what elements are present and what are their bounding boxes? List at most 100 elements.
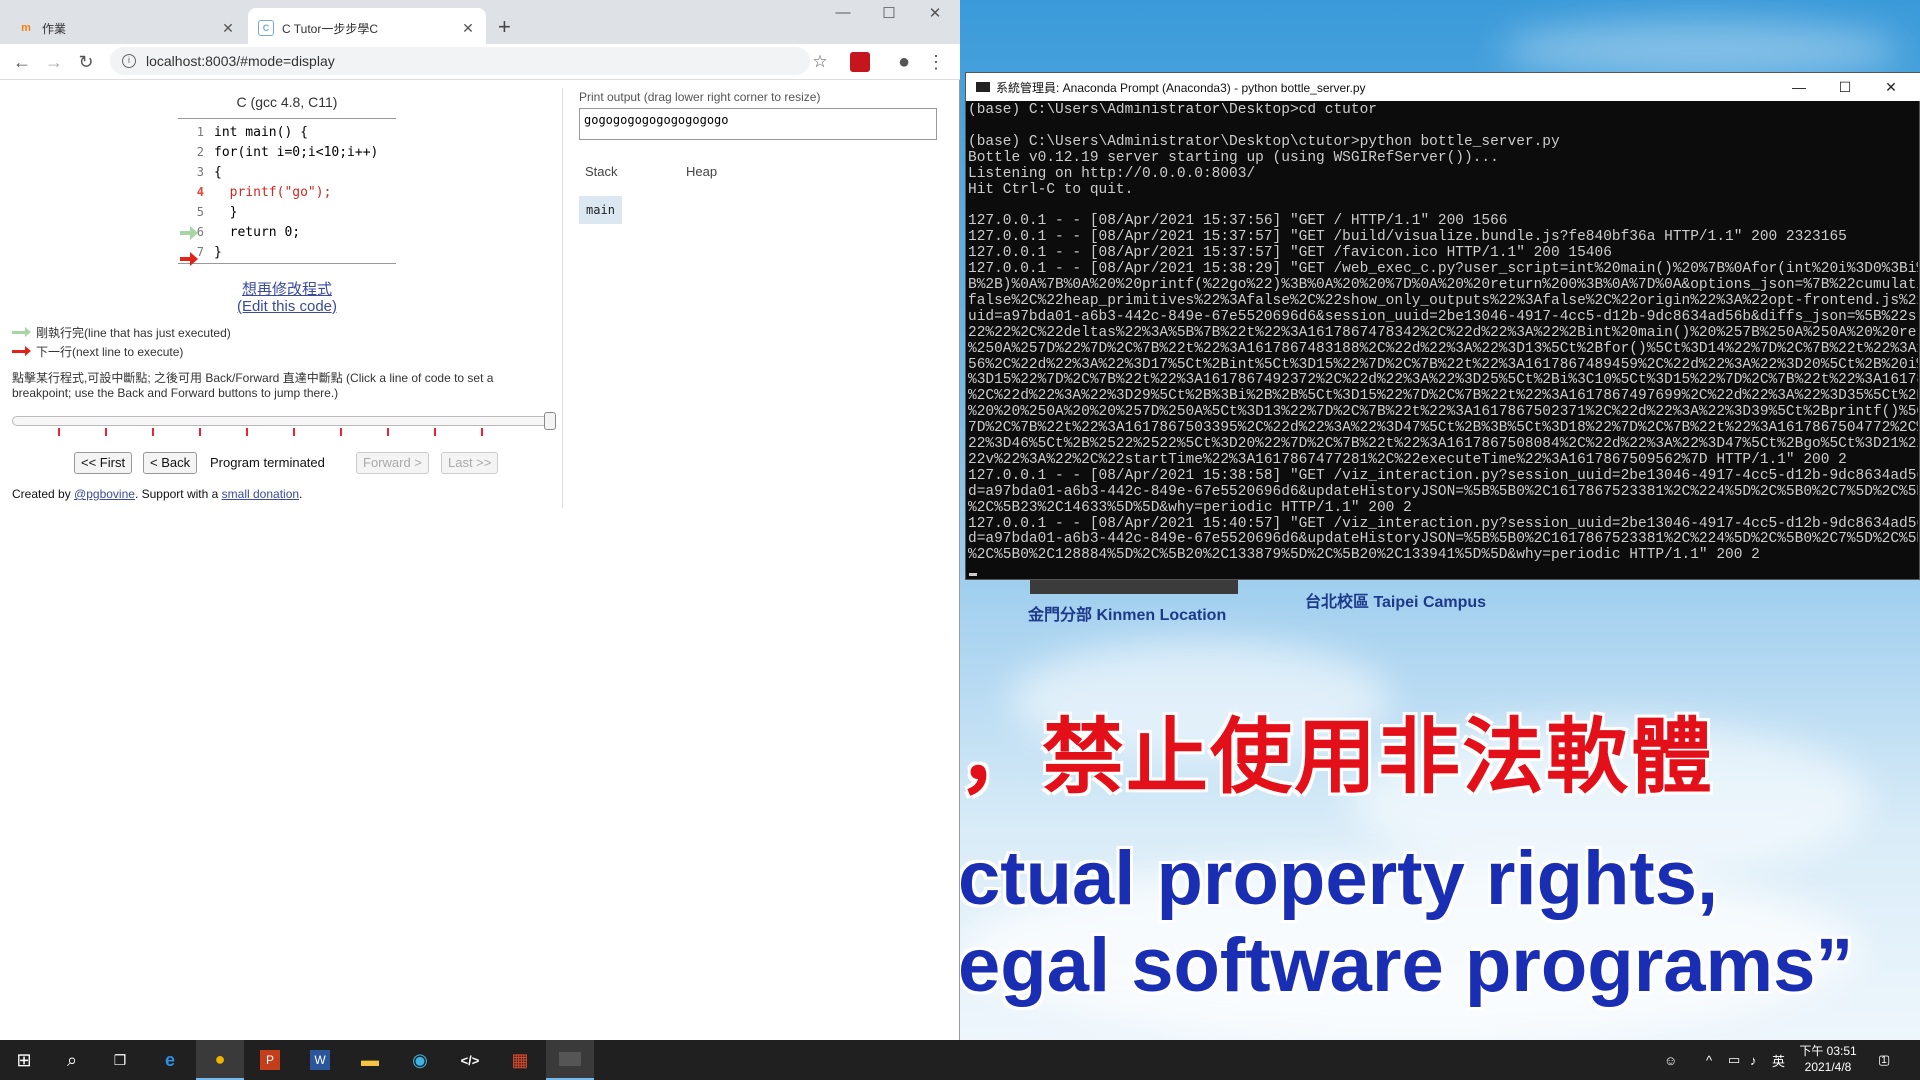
forward-button[interactable]: Forward >: [356, 452, 429, 474]
legend-next-line: 下一行(next line to execute): [12, 343, 183, 360]
print-output-box[interactable]: gogogogogogogogogogo: [579, 108, 937, 140]
info-icon[interactable]: i: [122, 54, 136, 68]
console-line: uid=a97bda01-a6b3-442c-849e-67e5520696d6…: [968, 308, 1918, 325]
clock-time: 下午 03:51: [1799, 1044, 1857, 1058]
credits-line: Created by @pgbovine. Support with a sma…: [12, 487, 302, 501]
tray-overflow-icon[interactable]: ^: [1706, 1040, 1712, 1080]
browser-toolbar: ← → ↻ i localhost:8003/#mode=display ☆ ●…: [0, 44, 960, 80]
language-label: C (gcc 4.8, C11): [236, 94, 338, 110]
console-line: 127.0.0.1 - - [08/Apr/2021 15:38:58] "GE…: [968, 467, 1918, 484]
code-editor-icon[interactable]: </>: [446, 1040, 494, 1080]
notification-icon[interactable]: ▢ 1: [1878, 1040, 1890, 1080]
author-link[interactable]: @pgbovine: [74, 487, 135, 501]
close-window-icon[interactable]: ✕: [912, 4, 958, 22]
line-number: 1: [196, 125, 204, 139]
breakpoint-tick: [293, 428, 295, 436]
ime-indicator[interactable]: 英: [1772, 1040, 1785, 1080]
star-icon[interactable]: ☆: [808, 50, 832, 74]
breakpoint-tick: [246, 428, 248, 436]
breakpoint-tick: [434, 428, 436, 436]
tab-title: C Tutor一步步學C: [282, 21, 379, 36]
volume-icon[interactable]: ♪: [1750, 1040, 1757, 1080]
word-icon[interactable]: W: [296, 1040, 344, 1080]
donation-link[interactable]: small donation: [222, 487, 299, 501]
people-icon[interactable]: ☺: [1664, 1040, 1677, 1080]
minimize-icon[interactable]: —: [1776, 73, 1822, 101]
edit-code-link-zh[interactable]: 想再修改程式: [180, 278, 394, 299]
console-line: %250A%257D%22%7D%2C%7B%22t%22%3A16178674…: [968, 340, 1918, 357]
code-text: }: [214, 244, 222, 260]
moodle-icon: m: [21, 22, 31, 34]
minimize-icon[interactable]: —: [820, 4, 866, 21]
windows-start-icon[interactable]: ⊞: [0, 1040, 48, 1080]
code-text: int main() {: [214, 124, 308, 140]
console-line: 127.0.0.1 - - [08/Apr/2021 15:40:57] "GE…: [968, 515, 1918, 532]
menu-icon[interactable]: ⋮: [924, 50, 948, 74]
pdf-extension-icon[interactable]: [850, 52, 870, 72]
code-line[interactable]: 2 for(int i=0;i<10;i++): [178, 142, 398, 162]
code-line[interactable]: 7 }: [178, 242, 398, 262]
code-line[interactable]: 3 {: [178, 162, 398, 182]
breakpoint-tick: [481, 428, 483, 436]
console-line: 127.0.0.1 - - [08/Apr/2021 15:37:56] "GE…: [968, 213, 1508, 230]
last-button[interactable]: Last >>: [441, 452, 499, 474]
edit-code-link[interactable]: (Edit this code): [180, 298, 394, 315]
tab-homework[interactable]: m 作業 ✕: [8, 8, 246, 48]
code-line[interactable]: 4 printf("go");: [178, 182, 398, 202]
search-icon[interactable]: ⌕: [48, 1040, 96, 1080]
credits-text: . Support with a: [134, 487, 222, 501]
new-tab-icon[interactable]: +: [498, 14, 511, 40]
file-explorer-icon[interactable]: ▬: [346, 1040, 394, 1080]
console-line: %2C%22d%22%3A%22%3D29%5Ct%2B%3Bi%2B%2B%5…: [968, 388, 1918, 405]
red-arrow-icon: [12, 346, 31, 356]
code-line[interactable]: 5 }: [178, 202, 398, 222]
console-line: 22%22%2C%22deltas%22%3A%5B%7B%22t%22%3A1…: [968, 324, 1918, 341]
ie-icon[interactable]: e: [146, 1040, 194, 1080]
code-line[interactable]: 1 int main() {: [178, 122, 398, 142]
tab-strip: m 作業 ✕ C C Tutor一步步學C ✕ + — ☐ ✕: [0, 0, 960, 48]
network-icon[interactable]: ▭: [1728, 1040, 1740, 1080]
breakpoint-tick: [105, 428, 107, 436]
console-title: 系統管理員: Anaconda Prompt (Anaconda3) - pyt…: [996, 80, 1366, 95]
slider-handle[interactable]: [544, 412, 556, 430]
first-button[interactable]: << First: [74, 452, 133, 474]
close-icon[interactable]: ✕: [220, 20, 236, 37]
console-output[interactable]: (base) C:\Users\Administrator\Desktop>cd…: [968, 103, 1918, 575]
console-line: d=a97bda01-a6b3-442c-849e-67e5520696d6&u…: [968, 483, 1918, 500]
code-text: for(int i=0;i<10;i++): [214, 144, 379, 160]
chrome-icon[interactable]: ●: [196, 1040, 244, 1080]
console-line: %2C%5B0%2C128884%5D%2C%5B20%2C133879%5D%…: [968, 547, 1760, 564]
code-line[interactable]: 6 return 0;: [178, 222, 398, 242]
panel-divider: [562, 88, 563, 508]
powerpoint-icon[interactable]: P: [246, 1040, 294, 1080]
console-line: false%2C%22heap_primitives%22%3Afalse%2C…: [968, 292, 1918, 309]
console-line: 127.0.0.1 - - [08/Apr/2021 15:38:29] "GE…: [968, 261, 1918, 278]
back-button[interactable]: < Back: [143, 452, 198, 474]
console-line: (base) C:\Users\Administrator\Desktop>cd…: [968, 103, 1377, 118]
clock[interactable]: 下午 03:51 2021/4/8: [1798, 1043, 1858, 1075]
close-icon[interactable]: ✕: [460, 20, 476, 37]
edge-icon[interactable]: ◉: [396, 1040, 444, 1080]
maximize-icon[interactable]: ☐: [866, 4, 912, 22]
console-line: %3D15%22%7D%2C%7B%22t%22%3A1617867492372…: [968, 372, 1918, 389]
task-view-icon[interactable]: ❐: [96, 1040, 144, 1080]
console-window: 系統管理員: Anaconda Prompt (Anaconda3) - pyt…: [965, 72, 1920, 580]
reload-icon[interactable]: ↻: [74, 50, 98, 74]
console-line: Hit Ctrl-C to quit.: [968, 181, 1134, 198]
colorful-app-icon[interactable]: ▦: [496, 1040, 544, 1080]
legend-just-executed: 剛執行完(line that has just executed): [12, 324, 231, 341]
maximize-icon[interactable]: ☐: [1822, 73, 1868, 101]
execution-slider[interactable]: [12, 416, 554, 426]
close-window-icon[interactable]: ✕: [1868, 73, 1914, 101]
tab-ctutor[interactable]: C C Tutor一步步學C ✕: [248, 8, 486, 48]
banner-english-line-2: egal software programs”: [958, 923, 1854, 1008]
account-icon[interactable]: ●: [892, 50, 916, 74]
forward-arrow-icon[interactable]: →: [42, 50, 66, 74]
legend-label: 下一行(next line to execute): [36, 345, 184, 359]
address-bar[interactable]: i localhost:8003/#mode=display: [110, 47, 810, 75]
taskbar: ⊞ ⌕ ❐ e ● P W ▬ ◉ </> ▦ ☺ ^ ▭ ♪ 英 下午 03:…: [0, 1040, 1920, 1080]
console-taskbar-icon[interactable]: [546, 1040, 594, 1080]
breakpoint-tick: [152, 428, 154, 436]
back-arrow-icon[interactable]: ←: [10, 50, 34, 74]
console-icon: [976, 82, 990, 92]
